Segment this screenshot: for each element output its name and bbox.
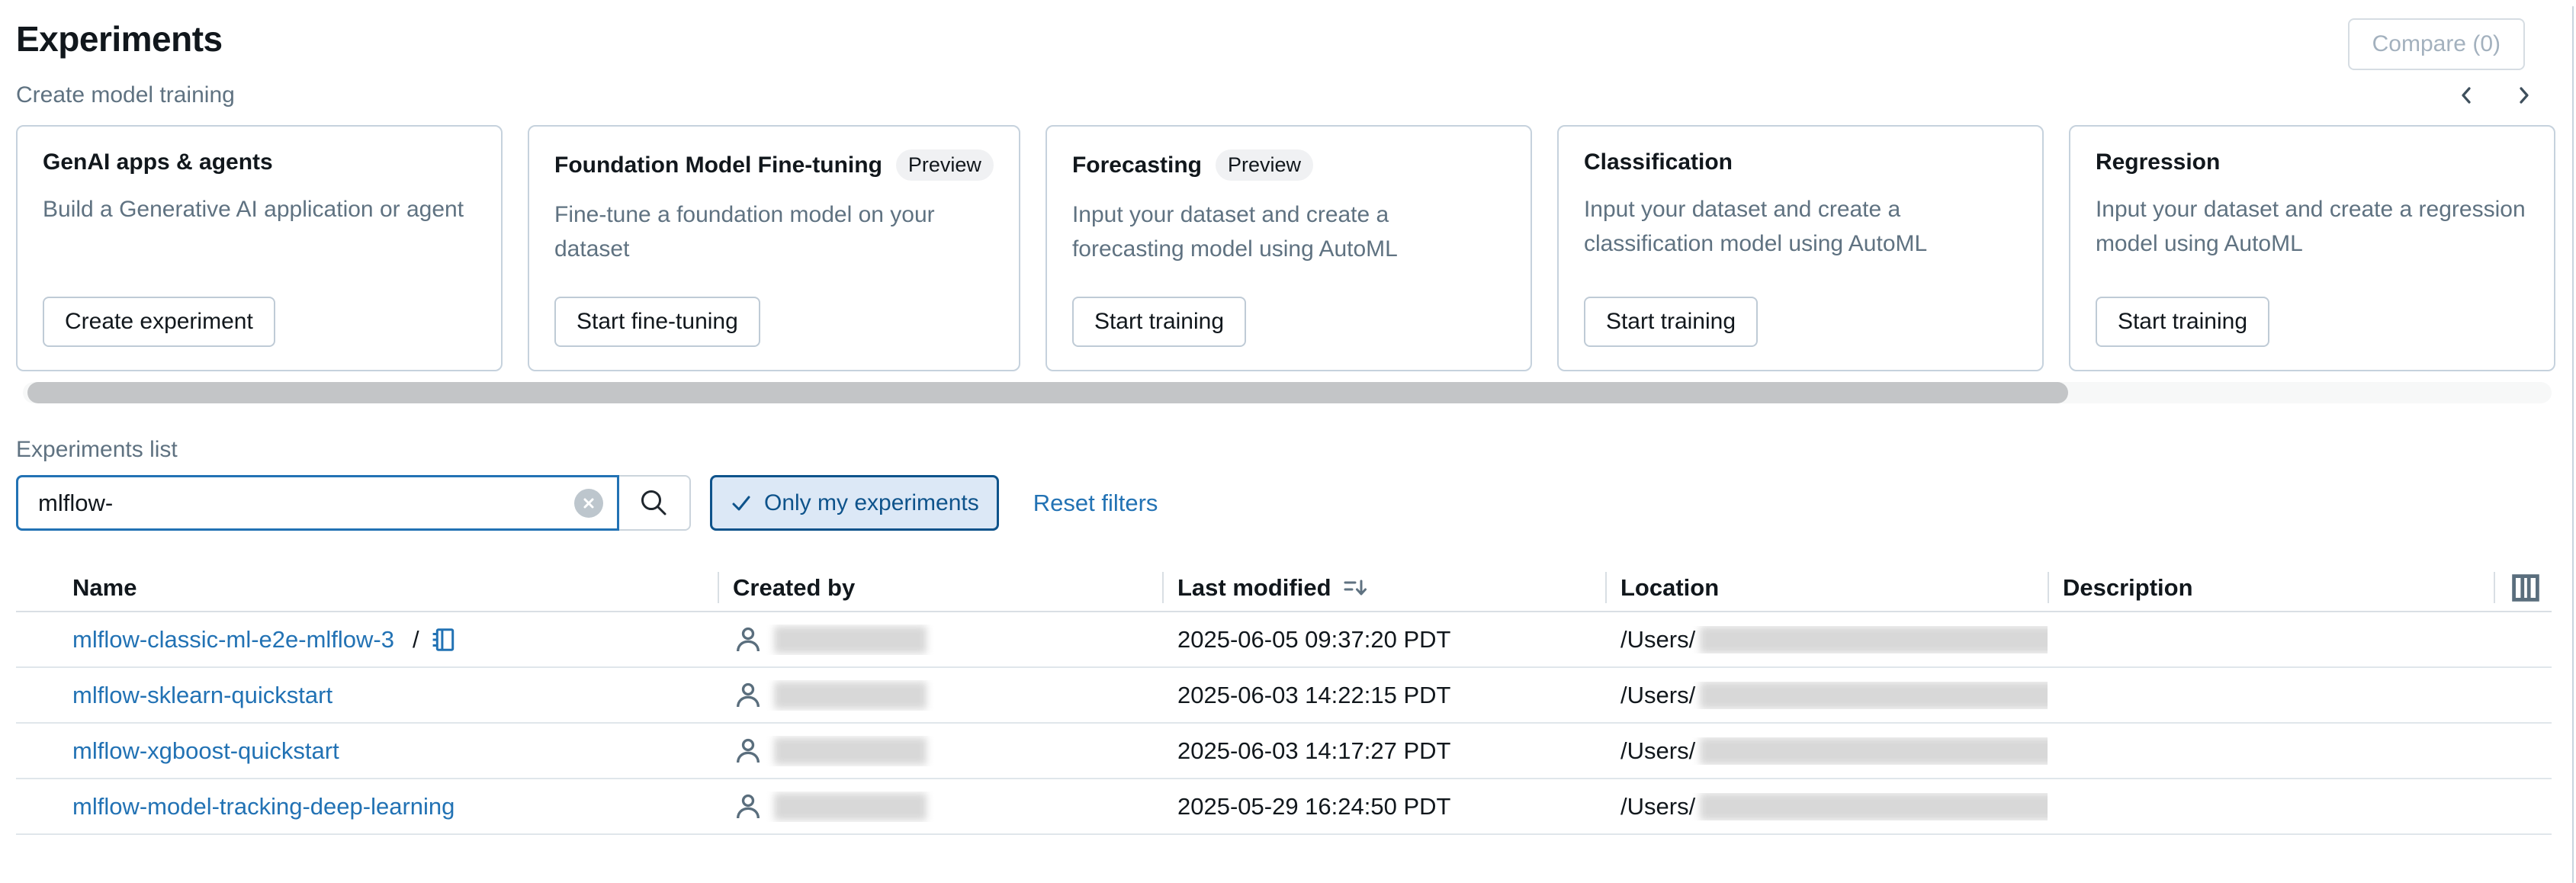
column-header-settings [2494, 564, 2552, 611]
toggle-label: Only my experiments [764, 490, 979, 516]
carousel-scrollbar-track[interactable] [23, 382, 2552, 403]
sort-descending-icon [1342, 574, 1370, 602]
search-button[interactable] [619, 475, 691, 531]
start-training-button[interactable]: Start training [1584, 297, 1758, 347]
search-input-wrapper [16, 475, 619, 531]
location-prefix: /Users/ [1620, 682, 1695, 709]
location-prefix: /Users/ [1620, 626, 1695, 653]
columns-icon [2509, 571, 2542, 605]
redacted-creator-name [774, 682, 927, 709]
start-fine-tuning-button[interactable]: Start fine-tuning [554, 297, 760, 347]
card-title: GenAI apps & agents [43, 149, 273, 175]
user-icon [733, 791, 763, 822]
carousel-next-button[interactable] [2512, 83, 2536, 108]
redacted-creator-name [774, 793, 927, 820]
card-description: Input your dataset and create a forecast… [1072, 197, 1469, 266]
redacted-creator-name [774, 737, 927, 765]
redacted-creator-name [774, 626, 927, 653]
card-description: Input your dataset and create a classifi… [1584, 192, 1980, 261]
close-icon [581, 496, 596, 511]
last-modified-cell: 2025-05-29 16:24:50 PDT [1162, 793, 1605, 820]
location-prefix: /Users/ [1620, 737, 1695, 765]
card-description: Input your dataset and create a regressi… [2096, 192, 2529, 261]
card-forecasting: Forecasting Preview Input your dataset a… [1045, 125, 1532, 371]
experiments-table: Name Created by Last modified Location D… [16, 564, 2552, 835]
card-title: Forecasting [1072, 153, 1202, 178]
name-separator: / [413, 626, 419, 653]
column-header-location[interactable]: Location [1605, 564, 2048, 611]
column-header-name[interactable]: Name [16, 564, 718, 611]
table-row: mlflow-xgboost-quickstart 2025-06-03 14:… [16, 724, 2552, 779]
experiment-link[interactable]: mlflow-sklearn-quickstart [72, 682, 332, 709]
location-cell: /Users/ [1605, 626, 2048, 653]
table-header-row: Name Created by Last modified Location D… [16, 564, 2552, 612]
page-header: Experiments Compare (0) [0, 0, 2576, 70]
table-row: mlflow-sklearn-quickstart 2025-06-03 14:… [16, 668, 2552, 724]
redacted-location-path [1700, 737, 2048, 765]
experiment-link[interactable]: mlflow-classic-ml-e2e-mlflow-3 [72, 626, 394, 653]
column-header-created-by[interactable]: Created by [718, 564, 1162, 611]
column-selector-button[interactable] [2509, 571, 2542, 605]
card-description: Fine-tune a foundation model on your dat… [554, 197, 951, 266]
right-panel-edge-divider [2572, 6, 2574, 883]
create-experiment-button[interactable]: Create experiment [43, 297, 275, 347]
column-header-description[interactable]: Description [2048, 564, 2494, 611]
user-icon [733, 736, 763, 766]
clear-search-button[interactable] [574, 489, 603, 518]
card-title: Classification [1584, 149, 1733, 175]
card-classification: Classification Input your dataset and cr… [1557, 125, 2044, 371]
table-row: mlflow-model-tracking-deep-learning 2025… [16, 779, 2552, 835]
preview-badge: Preview [896, 149, 994, 181]
experiment-link[interactable]: mlflow-model-tracking-deep-learning [72, 793, 454, 820]
experiments-list-label: Experiments list [16, 437, 2576, 463]
last-modified-cell: 2025-06-05 09:37:20 PDT [1162, 626, 1605, 653]
notebook-icon[interactable] [430, 626, 458, 653]
card-description: Build a Generative AI application or age… [43, 192, 476, 226]
preview-badge: Preview [1216, 149, 1313, 181]
filter-bar: Only my experiments Reset filters [16, 475, 2576, 531]
user-icon [733, 680, 763, 711]
location-cell: /Users/ [1605, 737, 2048, 765]
carousel-scrollbar-thumb[interactable] [27, 382, 2068, 403]
last-modified-cell: 2025-06-03 14:22:15 PDT [1162, 682, 1605, 709]
experiment-link[interactable]: mlflow-xgboost-quickstart [72, 737, 339, 765]
search-icon [638, 486, 671, 520]
carousel-prev-button[interactable] [2454, 83, 2478, 108]
location-prefix: /Users/ [1620, 793, 1695, 820]
user-icon [733, 625, 763, 655]
carousel-nav [2454, 83, 2536, 108]
create-model-training-label: Create model training [16, 82, 235, 108]
start-training-button[interactable]: Start training [2096, 297, 2269, 347]
training-cards-carousel: GenAI apps & agents Build a Generative A… [0, 125, 2576, 371]
card-genai-apps: GenAI apps & agents Build a Generative A… [16, 125, 503, 371]
start-training-button[interactable]: Start training [1072, 297, 1246, 347]
table-row: mlflow-classic-ml-e2e-mlflow-3 / 2025-06… [16, 612, 2552, 668]
location-cell: /Users/ [1605, 682, 2048, 709]
page-title: Experiments [16, 18, 223, 59]
reset-filters-link[interactable]: Reset filters [1033, 490, 1158, 517]
check-icon [730, 493, 753, 514]
column-header-last-modified[interactable]: Last modified [1162, 564, 1605, 611]
card-foundation-model-fine-tuning: Foundation Model Fine-tuning Preview Fin… [528, 125, 1020, 371]
only-my-experiments-toggle[interactable]: Only my experiments [710, 475, 999, 531]
card-regression: Regression Input your dataset and create… [2069, 125, 2555, 371]
chevron-right-icon [2512, 83, 2536, 108]
redacted-location-path [1700, 793, 2048, 820]
location-cell: /Users/ [1605, 793, 2048, 820]
redacted-location-path [1700, 682, 2048, 709]
chevron-left-icon [2454, 83, 2478, 108]
search-input[interactable] [37, 489, 574, 518]
create-model-training-bar: Create model training [0, 70, 2576, 108]
last-modified-cell: 2025-06-03 14:17:27 PDT [1162, 737, 1605, 765]
compare-button[interactable]: Compare (0) [2348, 18, 2525, 70]
card-title: Regression [2096, 149, 2220, 175]
card-title: Foundation Model Fine-tuning [554, 153, 882, 178]
redacted-location-path [1700, 626, 2048, 653]
